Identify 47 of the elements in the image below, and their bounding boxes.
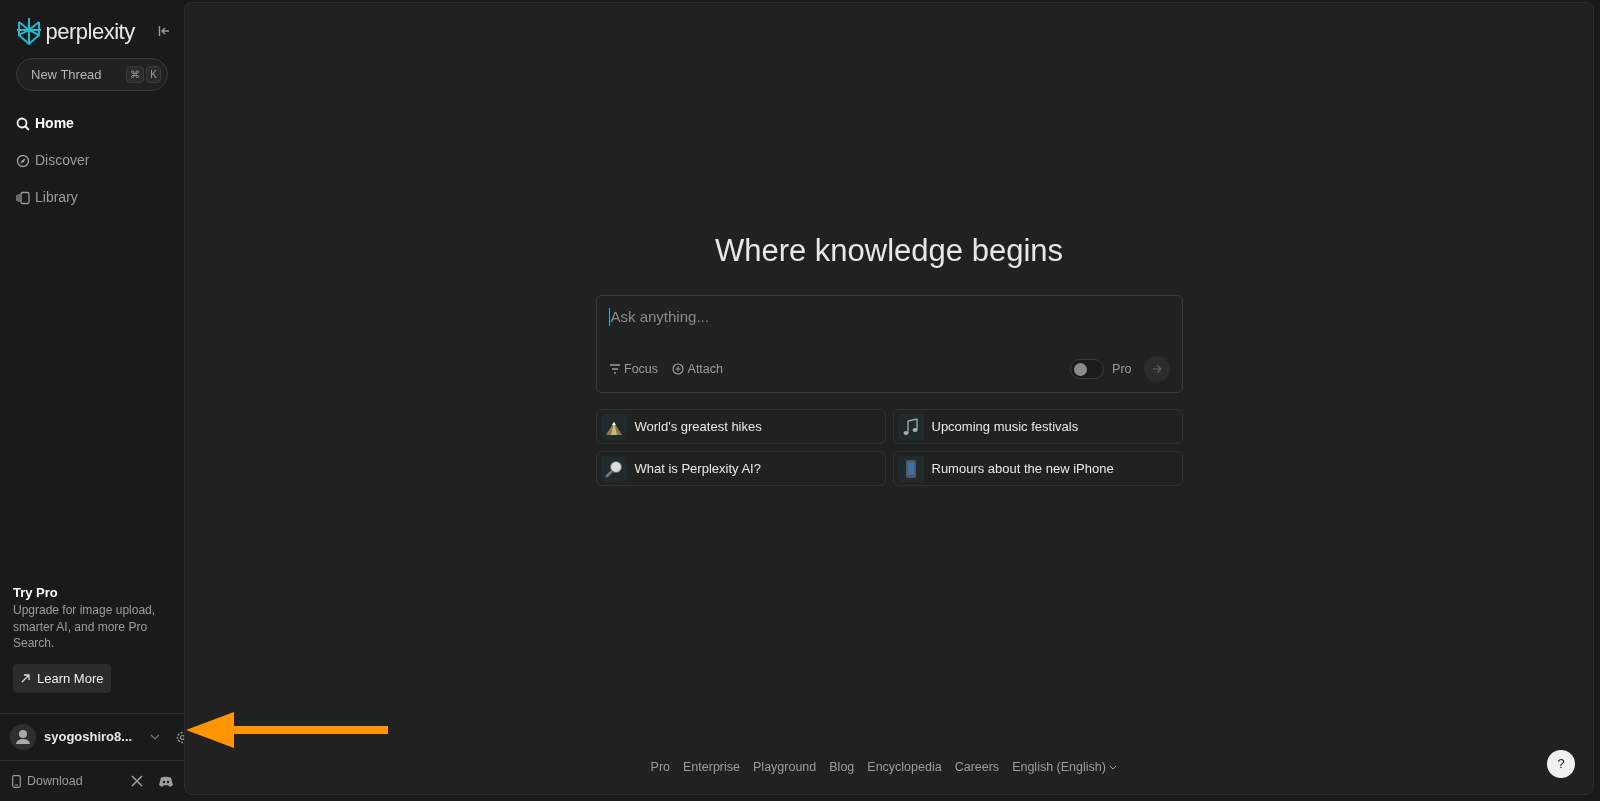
chevron-down-icon (1109, 765, 1118, 771)
search-action-button[interactable]: Attach (672, 359, 723, 379)
logo-icon (16, 17, 42, 45)
chat-app-icon (159, 775, 173, 787)
pro-toggle[interactable] (1070, 359, 1105, 380)
suggestion-chip[interactable]: What is Perplexity AI? (595, 451, 886, 487)
chevron-down-icon (150, 734, 161, 740)
page-heading: Where knowledge begins (714, 232, 1064, 270)
arrow-up-right-icon (21, 673, 30, 683)
nav-item[interactable]: Home (0, 105, 184, 142)
search-icon (16, 116, 30, 131)
help-button[interactable]: ? (1547, 750, 1575, 778)
footer-link[interactable]: Playground (753, 758, 817, 777)
suggestion-chip[interactable]: Upcoming music festivals (892, 409, 1183, 445)
pro-label: Pro (1112, 360, 1132, 378)
arrow-right-icon (1151, 364, 1162, 375)
compass-icon (16, 153, 30, 168)
footer-link[interactable]: Enterprise (683, 758, 740, 777)
search-placeholder: Ask anything... (608, 308, 1170, 327)
download-link[interactable]: Download (27, 771, 125, 791)
suggestion-chip[interactable]: Rumours about the new iPhone (892, 451, 1183, 487)
x-logo-icon (131, 775, 143, 787)
promo-title: Try Pro (13, 583, 59, 602)
magnifier-icon (603, 458, 624, 479)
avatar-icon (10, 724, 36, 750)
footer-link[interactable]: English (English) (1012, 758, 1118, 777)
shortcut-key: ⌘ (126, 66, 145, 83)
footer-link[interactable]: Careers (954, 758, 1000, 777)
suggestion-chip[interactable]: World's greatest hikes (595, 409, 886, 445)
phone-icon (12, 774, 21, 788)
plus-circle-icon (672, 363, 685, 376)
filter-icon (608, 363, 621, 376)
nav-item[interactable]: Library (0, 179, 184, 216)
nav-item[interactable]: Discover (0, 142, 184, 179)
search-box[interactable]: Ask anything... Focus Attach Pro (595, 295, 1183, 394)
footer-link[interactable]: Pro (650, 758, 671, 777)
collapse-sidebar-icon (158, 25, 170, 37)
brand-name: perplexity (45, 17, 135, 46)
learn-more-button[interactable]: Learn More (13, 663, 112, 693)
footer-link[interactable]: Blog (829, 758, 855, 777)
promo-text: Upgrade for image upload, smarter AI, and more Pro Search. (13, 602, 157, 652)
library-icon (16, 190, 30, 205)
username[interactable]: syogoshiro8... (44, 727, 133, 747)
search-action-button[interactable]: Focus (608, 359, 659, 379)
footer-link[interactable]: Encyclopedia (867, 758, 942, 777)
shortcut-key: K (146, 66, 161, 83)
new-thread-button[interactable]: New Thread ⌘ K (16, 58, 168, 91)
